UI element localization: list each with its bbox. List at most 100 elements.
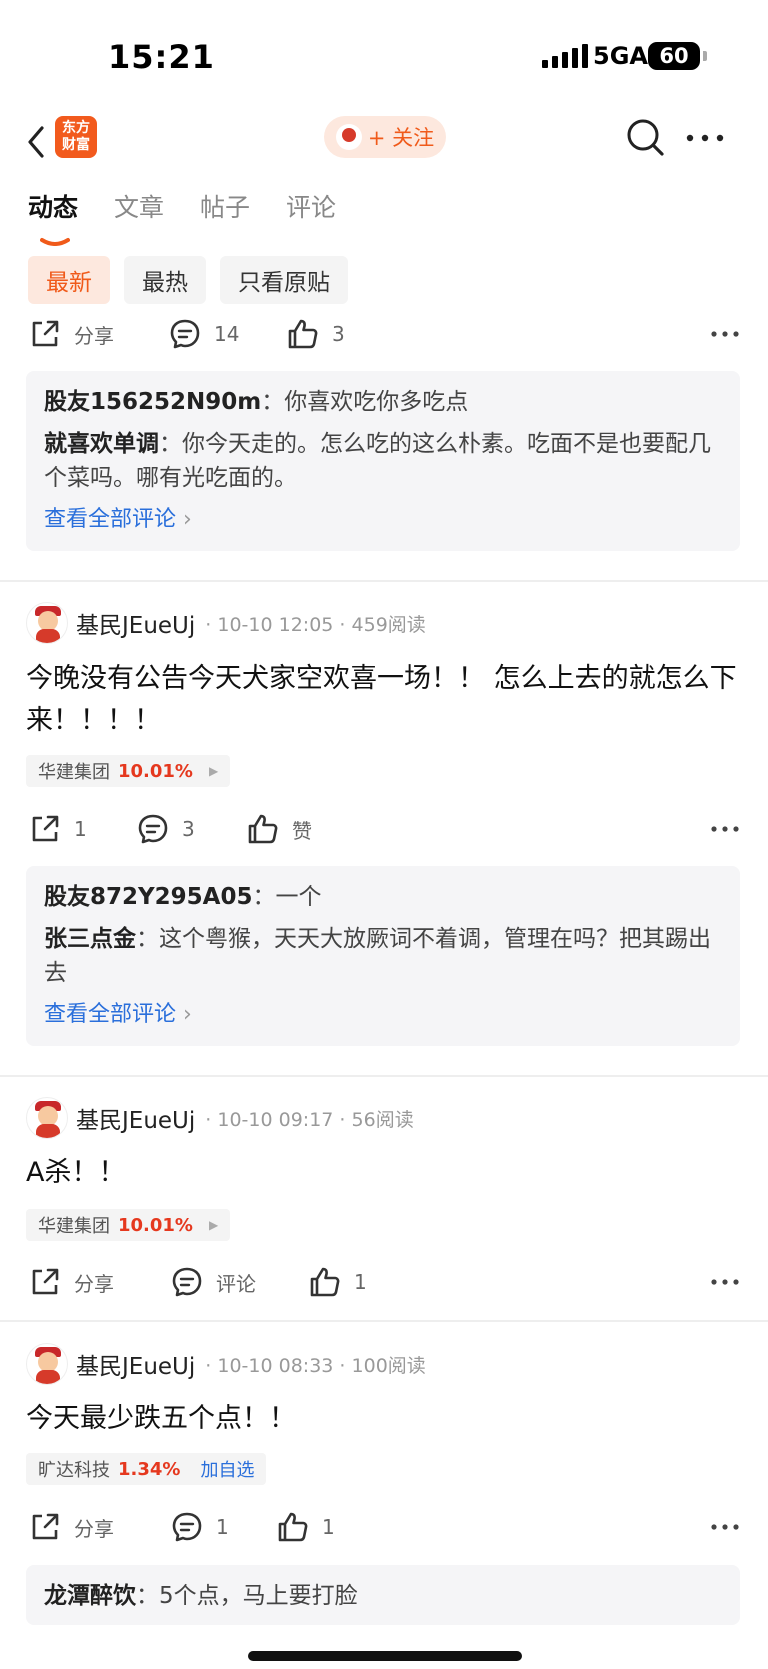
comment-count: 1	[216, 1515, 229, 1539]
view-all-comments[interactable]: 查看全部评论 ›	[44, 503, 722, 537]
comment-text: 5个点，马上要打脸	[159, 1583, 358, 1609]
like-label: 赞	[292, 818, 312, 843]
author-name[interactable]: 基民JEueUj	[76, 1347, 195, 1381]
post-text[interactable]: 今晚没有公告今天犬家空欢喜一场！！ 怎么上去的就怎么下来！！！！	[26, 658, 742, 742]
search-icon[interactable]	[624, 116, 666, 158]
share-label: 分享	[74, 323, 114, 348]
more-icon[interactable]	[710, 817, 740, 841]
signal-icon	[542, 44, 588, 68]
tab-underline	[40, 238, 70, 246]
follow-label: + 关注	[367, 126, 435, 150]
post-time: 10-10 08:33	[217, 1354, 334, 1377]
avatar[interactable]	[26, 1343, 68, 1385]
comment-user[interactable]: 张三点金	[44, 926, 136, 952]
comment-item: 张三点金：这个粤猴，天天大放厥词不着调，管理在吗？把其踢出去	[44, 926, 711, 986]
filter-chips: 最新 最热 只看原贴	[28, 256, 348, 304]
comment-user[interactable]: 股友872Y295A05	[44, 884, 252, 910]
like-button[interactable]: 赞	[246, 812, 312, 846]
filter-original[interactable]: 只看原贴	[220, 256, 348, 304]
tab-label: 文章	[114, 193, 165, 222]
battery-icon: 60	[648, 42, 707, 70]
avatar[interactable]	[26, 1097, 68, 1139]
follow-button[interactable]: + 关注	[324, 116, 446, 158]
share-icon	[32, 320, 59, 347]
tab-dynamic[interactable]: 动态	[28, 188, 79, 246]
back-icon[interactable]	[24, 124, 50, 160]
like-count: 1	[354, 1270, 367, 1294]
share-count: 1	[74, 817, 87, 841]
more-icon[interactable]	[710, 322, 740, 346]
play-arrow-icon: ▶	[208, 764, 219, 778]
comment-preview: 股友156252N90m：你喜欢吃你多吃点 就喜欢单调：你今天走的。怎么吃的这么…	[26, 371, 740, 551]
comment-icon	[138, 814, 168, 844]
post-header: 基民JEueUj · 10-10 09:17 · 56阅读	[26, 1097, 414, 1139]
comment-label: 评论	[216, 1271, 256, 1296]
share-button[interactable]: 分享	[28, 317, 168, 351]
like-icon	[248, 814, 278, 844]
stock-name: 华建集团	[38, 1216, 110, 1237]
comment-user[interactable]: 股友156252N90m	[44, 389, 261, 415]
like-button[interactable]: 1	[276, 1510, 335, 1544]
tab-posts[interactable]: 帖子	[200, 188, 250, 224]
tab-label: 动态	[28, 193, 79, 222]
post-text[interactable]: A杀！！	[26, 1152, 742, 1194]
comment-button[interactable]: 3	[136, 812, 246, 846]
comment-count: 14	[214, 322, 240, 346]
tab-articles[interactable]: 文章	[114, 188, 164, 224]
filter-latest[interactable]: 最新	[28, 256, 110, 304]
share-button[interactable]: 分享	[28, 1265, 170, 1299]
post-text[interactable]: 今天最少跌五个点！！	[26, 1398, 742, 1440]
more-icon[interactable]	[686, 134, 724, 142]
avatar[interactable]	[26, 602, 68, 644]
stock-tag[interactable]: 华建集团 10.01% ▶	[26, 1209, 231, 1241]
post-actions: 分享 1 1	[28, 1507, 740, 1547]
post-meta: · 10-10 12:05 · 459阅读	[205, 613, 426, 636]
stock-change: 1.34%	[118, 1458, 181, 1480]
comment-button[interactable]: 1	[170, 1510, 276, 1544]
logo-line2: 财富	[62, 137, 90, 153]
post-time: 10-10 09:17	[217, 1108, 334, 1131]
like-icon	[278, 1512, 308, 1542]
comment-user[interactable]: 龙潭醉饮	[44, 1583, 136, 1609]
like-button[interactable]: 1	[308, 1265, 367, 1299]
view-all-label: 查看全部评论	[44, 507, 177, 532]
comment-item: 就喜欢单调：你今天走的。怎么吃的这么朴素。吃面不是也要配几个菜吗。哪有光吃面的。	[44, 431, 711, 491]
stock-change: 10.01%	[118, 1214, 193, 1236]
post-actions: 1 3 赞	[28, 809, 740, 849]
like-button[interactable]: 3	[286, 317, 345, 351]
comment-text: 你喜欢吃你多吃点	[284, 389, 469, 415]
more-icon[interactable]	[710, 1270, 740, 1294]
comment-user[interactable]: 就喜欢单调	[44, 431, 159, 457]
mascot-icon	[335, 124, 362, 150]
top-nav: 东方 财富 + 关注	[0, 110, 768, 174]
tab-comments[interactable]: 评论	[286, 188, 336, 224]
stock-tag[interactable]: 华建集团 10.01% ▶	[26, 755, 231, 787]
read-count: 100阅读	[351, 1354, 426, 1377]
comment-button[interactable]: 14	[168, 317, 286, 351]
stock-name: 旷达科技	[38, 1460, 110, 1481]
share-button[interactable]: 1	[28, 812, 136, 846]
share-label: 分享	[74, 1271, 114, 1296]
author-name[interactable]: 基民JEueUj	[76, 1101, 195, 1135]
comment-count: 3	[182, 817, 195, 841]
more-icon[interactable]	[710, 1515, 740, 1539]
divider	[0, 1320, 768, 1322]
comment-icon	[172, 1512, 202, 1542]
share-button[interactable]: 分享	[28, 1510, 170, 1544]
author-name[interactable]: 基民JEueUj	[76, 606, 195, 640]
stock-name: 华建集团	[38, 762, 110, 783]
comment-item: 股友872Y295A05：一个	[44, 884, 322, 910]
share-icon	[32, 815, 59, 842]
comment-text: 这个粤猴，天天大放厥词不着调，管理在吗？把其踢出去	[44, 926, 711, 986]
comment-button[interactable]: 评论	[170, 1265, 308, 1299]
post-header: 基民JEueUj · 10-10 08:33 · 100阅读	[26, 1343, 426, 1385]
profile-tabs: 动态 文章 帖子 评论	[28, 188, 336, 246]
view-all-comments[interactable]: 查看全部评论 ›	[44, 998, 722, 1032]
comment-preview: 股友872Y295A05：一个 张三点金：这个粤猴，天天大放厥词不着调，管理在吗…	[26, 866, 740, 1046]
stock-tag[interactable]: 旷达科技 1.34% 加自选	[26, 1453, 267, 1485]
filter-hot[interactable]: 最热	[124, 256, 206, 304]
chevron-right-icon: ›	[183, 507, 192, 532]
home-indicator[interactable]	[248, 1651, 522, 1661]
add-watchlist-button[interactable]: 加自选	[200, 1456, 254, 1482]
view-all-label: 查看全部评论	[44, 1002, 177, 1027]
